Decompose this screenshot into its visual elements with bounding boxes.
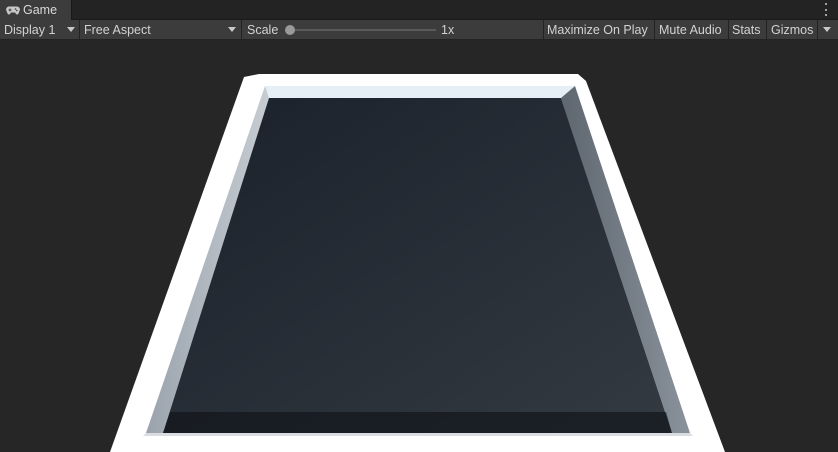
game-viewport[interactable] [0, 40, 838, 452]
scale-value-text: 1x [441, 22, 455, 37]
tab-label: Game [23, 3, 58, 17]
tab-bar: Game [0, 0, 838, 20]
scale-label-text: Scale [247, 22, 279, 37]
scale-value: 1x [441, 20, 454, 39]
tray-front-lip [143, 433, 693, 436]
scale-label: Scale [247, 20, 278, 39]
more-options-icon[interactable] [824, 3, 828, 16]
chevron-down-icon [228, 27, 236, 32]
gizmos-toggle[interactable]: Gizmos [767, 20, 818, 39]
maximize-on-play-label: Maximize On Play [547, 22, 648, 37]
gamepad-icon [6, 6, 20, 14]
mute-audio-toggle[interactable]: Mute Audio [655, 20, 728, 39]
maximize-on-play-toggle[interactable]: Maximize On Play [544, 20, 654, 39]
display-label: Display 1 [4, 22, 56, 37]
tab-game[interactable]: Game [0, 0, 72, 20]
game-toolbar: Display 1 Free Aspect Scale 1x Maximize … [0, 20, 838, 40]
aspect-dropdown[interactable]: Free Aspect [80, 20, 241, 39]
mute-audio-label: Mute Audio [659, 22, 722, 37]
gizmos-dropdown[interactable] [818, 20, 838, 39]
display-dropdown[interactable]: Display 1 [0, 20, 79, 39]
stats-toggle[interactable]: Stats [729, 20, 766, 39]
chevron-down-icon [823, 27, 831, 32]
aspect-label: Free Aspect [84, 22, 151, 37]
tray-floor-shadow [163, 412, 672, 433]
stats-label: Stats [732, 22, 761, 37]
game-scene [110, 74, 725, 452]
chevron-down-icon [67, 27, 75, 32]
gizmos-label: Gizmos [771, 22, 814, 37]
scale-slider-track[interactable] [290, 29, 436, 31]
tray-back-wall [265, 86, 575, 98]
scale-slider-thumb[interactable] [285, 25, 295, 35]
